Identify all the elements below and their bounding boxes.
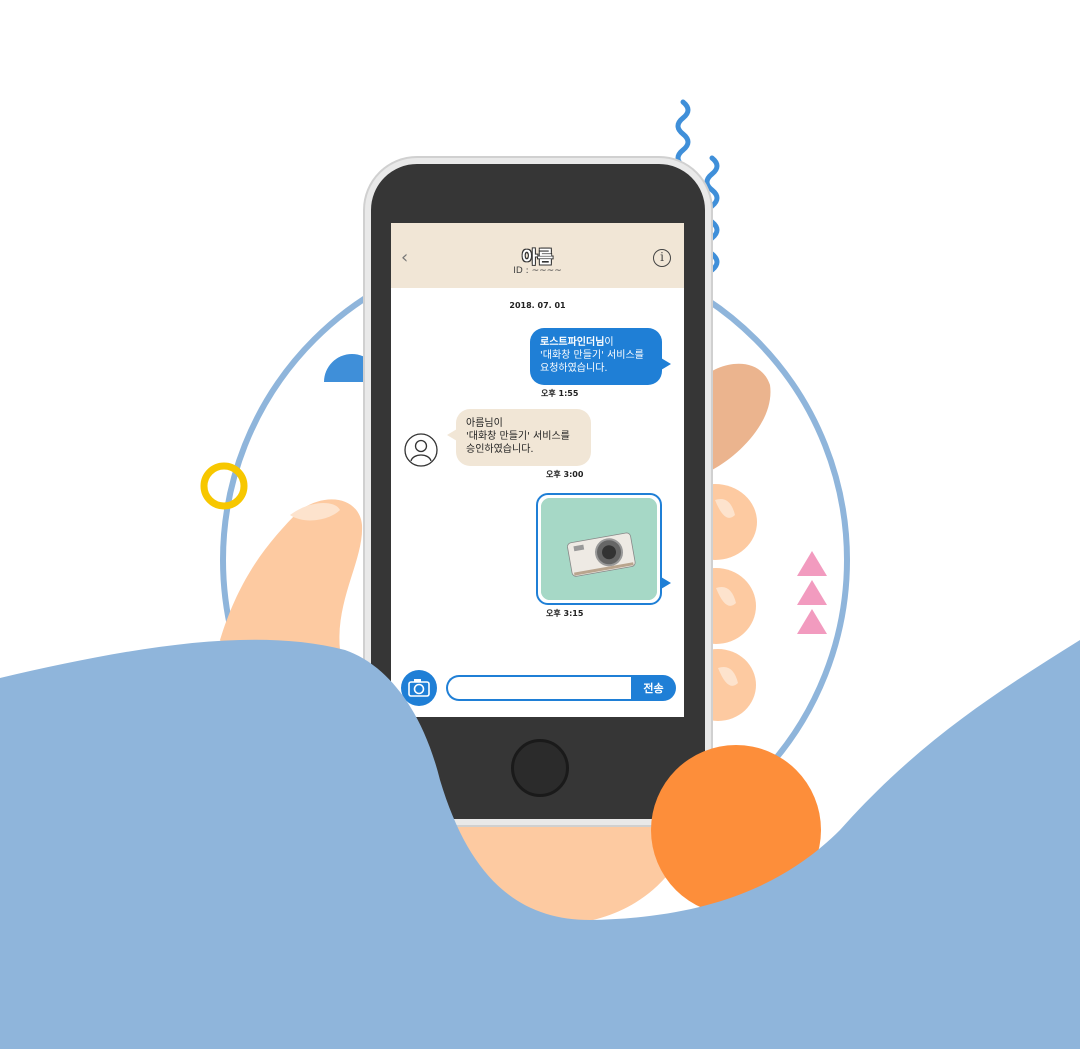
- hand-thumb: [220, 499, 363, 700]
- message-time: 오후 1:55: [541, 389, 579, 398]
- avatar-icon: [404, 433, 438, 467]
- sender-name: 로스트파인더님: [540, 337, 605, 348]
- home-button[interactable]: [511, 739, 569, 797]
- photo-message[interactable]: [536, 493, 671, 605]
- chat-header: ‹ 아름 ID : ~~~~ i: [391, 223, 684, 288]
- contact-id: ID : ~~~~: [513, 266, 562, 276]
- info-icon[interactable]: i: [653, 249, 671, 267]
- phone: ‹ 아름 ID : ~~~~ i 2018. 07. 01 로스트파인더님이 '…: [365, 158, 711, 825]
- decor-triangle: [797, 580, 827, 605]
- decor-triangle: [797, 551, 827, 576]
- camera-photo: [541, 498, 657, 600]
- camera-button[interactable]: [401, 670, 437, 706]
- decor-yellow-ring: [200, 462, 248, 510]
- send-button[interactable]: 전송: [631, 675, 676, 701]
- contact-name: 아름: [521, 248, 554, 268]
- phone-screen: ‹ 아름 ID : ~~~~ i 2018. 07. 01 로스트파인더님이 '…: [391, 223, 684, 717]
- message-time: 오후 3:15: [546, 609, 584, 618]
- camera-icon: [408, 679, 430, 697]
- date-label: 2018. 07. 01: [509, 301, 566, 310]
- message-time: 오후 3:00: [546, 470, 584, 479]
- decor-triangle: [797, 609, 827, 634]
- incoming-message: 아름님이 '대화창 만들기' 서비스를 승인하였습니다.: [447, 409, 591, 466]
- photo-thumbnail[interactable]: [541, 498, 657, 600]
- message-input[interactable]: [446, 675, 631, 701]
- outgoing-message: 로스트파인더님이 '대화창 만들기' 서비스를 요청하였습니다.: [530, 328, 671, 385]
- sender-name: 아름님이: [466, 418, 503, 429]
